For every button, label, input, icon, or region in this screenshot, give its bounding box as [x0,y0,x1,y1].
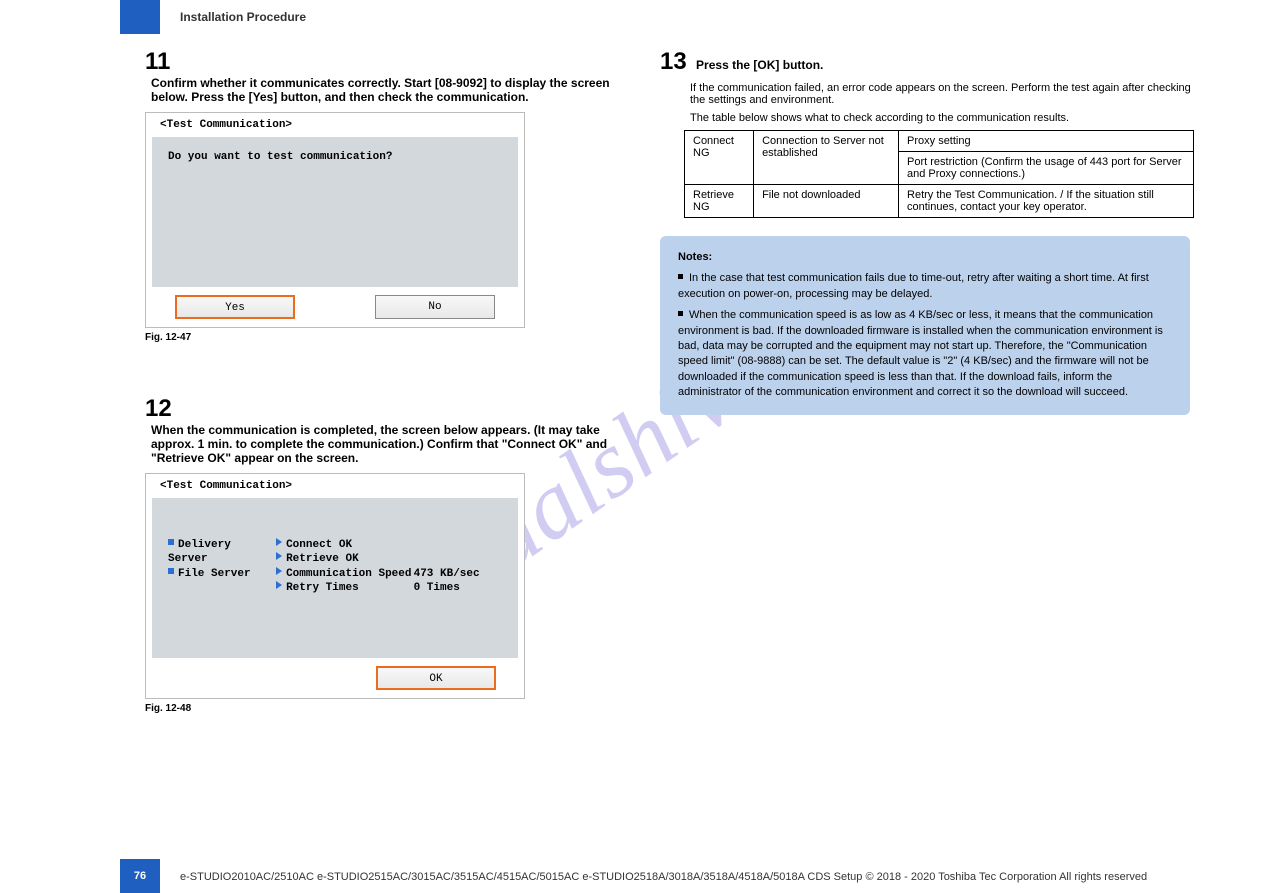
step13-number: 13 [660,48,687,76]
tbl-r1c3b: Port restriction (Confirm the usage of 4… [899,152,1194,185]
triangle-icon [276,538,282,546]
triangle-icon [276,567,282,575]
footer-text: e-STUDIO2010AC/2510AC e-STUDIO2515AC/301… [180,871,1147,883]
step11-text: Confirm whether it communicates correctl… [151,76,640,104]
square-icon [168,568,174,574]
check-table: Connect NG Connection to Server not esta… [684,130,1194,218]
step13-text2: If the communication failed, an error co… [690,82,1200,106]
dialog-test-comm-prompt: <Test Communication> Do you want to test… [145,112,525,328]
dialog1-title: <Test Communication> [146,113,524,137]
dialog2-title: <Test Communication> [146,474,524,498]
yes-button[interactable]: Yes [175,295,295,319]
tbl-r2c1: Retrieve NG [685,185,754,218]
triangle-icon [276,581,282,589]
note-2: When the communication speed is as low a… [678,309,1163,398]
page-number-box: 76 [120,859,160,893]
connect-ok-label: Connect OK [286,539,352,551]
figure-caption-1: Fig. 12-47 [145,332,640,343]
delivery-server-label: Delivery Server [168,539,231,565]
bullet-icon [678,274,683,279]
dialog-test-comm-result: <Test Communication> Delivery Server Fil… [145,473,525,699]
comm-speed-label: Communication Speed [286,568,411,580]
tbl-r1c1: Connect NG [685,131,754,185]
no-button[interactable]: No [375,295,495,319]
step13-text3: The table below shows what to check acco… [690,112,1200,124]
triangle-icon [276,552,282,560]
page-header: Installation Procedure [180,10,306,24]
step12-number: 12 [145,395,172,423]
retry-times-label: Retry Times [286,582,359,594]
notes-box: Notes: In the case that test communicati… [660,236,1190,415]
note-1: In the case that test communication fail… [678,272,1149,299]
comm-speed-value: 473 KB/sec [414,567,502,581]
tbl-r1c2: Connection to Server not established [754,131,899,185]
notes-label: Notes: [678,250,1172,265]
header-square [120,0,160,34]
retry-times-value: 0 Times [414,581,502,595]
tbl-r1c3a: Proxy setting [899,131,1194,152]
square-icon [168,539,174,545]
step12-text: When the communication is completed, the… [151,423,640,465]
tbl-r2c2: File not downloaded [754,185,899,218]
tbl-r2c3: Retry the Test Communication. / If the s… [899,185,1194,218]
dialog1-prompt: Do you want to test communication? [168,151,502,163]
step11-number: 11 [145,48,170,76]
bullet-icon [678,311,683,316]
file-server-label: File Server [178,568,251,580]
figure-caption-2: Fig. 12-48 [145,703,640,714]
step13-text: Press the [OK] button. [696,58,823,72]
retrieve-ok-label: Retrieve OK [286,553,359,565]
ok-button[interactable]: OK [376,666,496,690]
